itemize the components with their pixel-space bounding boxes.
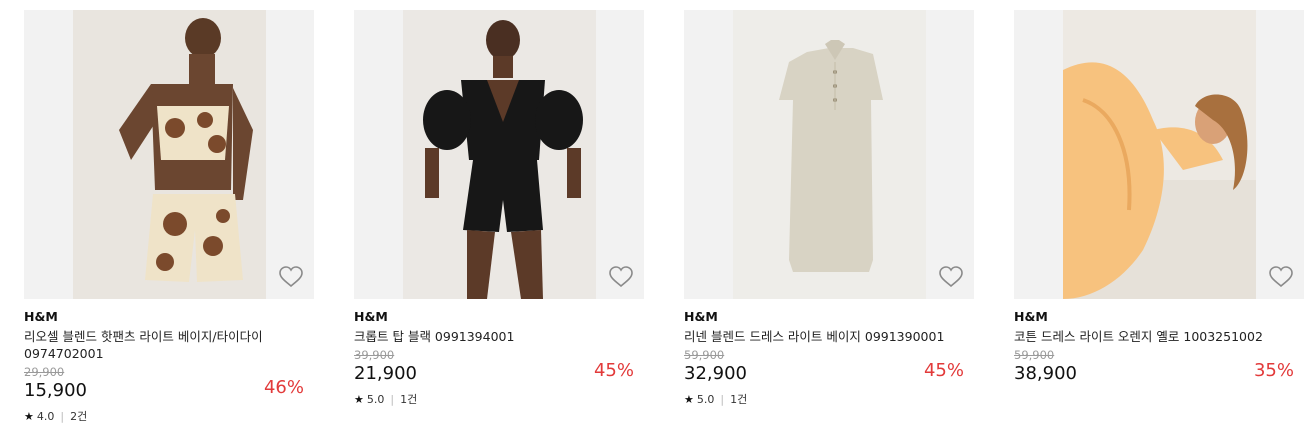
rating-value: 5.0 xyxy=(366,393,385,406)
product-image-area[interactable] xyxy=(354,10,644,299)
rating-divider: | xyxy=(720,393,725,406)
rating-row: ★ 5.0 | 1건 xyxy=(684,392,974,407)
product-photo[interactable] xyxy=(403,10,596,299)
price-block: 29,900 15,900 46% xyxy=(24,365,314,405)
product-brand: H&M xyxy=(24,309,58,324)
price-block: 59,900 38,900 35% xyxy=(1014,348,1304,388)
rating-value: 4.0 xyxy=(36,410,55,423)
discount-rate: 46% xyxy=(263,377,304,398)
rating-divider: | xyxy=(390,393,395,406)
discount-rate: 45% xyxy=(593,360,634,381)
product-grid: H&M 리오셀 블렌드 핫팬츠 라이트 베이지/타이다이 0974702001 … xyxy=(0,0,1312,446)
product-image-area[interactable] xyxy=(684,10,974,299)
wishlist-heart-icon[interactable] xyxy=(608,265,634,289)
discount-rate: 35% xyxy=(1253,360,1294,381)
rating-row: ★ 5.0 | 1건 xyxy=(354,392,644,407)
product-card[interactable]: H&M 리넨 블렌드 드레스 라이트 베이지 0991390001 59,900… xyxy=(684,10,974,407)
wishlist-heart-icon[interactable] xyxy=(938,265,964,289)
product-title[interactable]: 리오셀 블렌드 핫팬츠 라이트 베이지/타이다이 0974702001 xyxy=(24,328,304,362)
rating-row: ★ 4.0 | 2건 xyxy=(24,409,314,424)
product-photo[interactable] xyxy=(733,10,926,299)
product-card[interactable]: H&M 코튼 드레스 라이트 오렌지 옐로 1003251002 59,900 … xyxy=(1014,10,1304,388)
product-photo[interactable] xyxy=(1063,10,1256,299)
star-icon: ★ xyxy=(24,410,34,423)
rating-divider: | xyxy=(60,410,65,423)
wishlist-heart-icon[interactable] xyxy=(278,265,304,289)
review-count[interactable]: 1건 xyxy=(730,392,747,407)
review-count[interactable]: 2건 xyxy=(70,409,87,424)
price-block: 39,900 21,900 45% xyxy=(354,348,644,388)
product-title[interactable]: 코튼 드레스 라이트 오렌지 옐로 1003251002 xyxy=(1014,328,1294,345)
product-image-area[interactable] xyxy=(1014,10,1304,299)
product-title[interactable]: 크롭트 탑 블랙 0991394001 xyxy=(354,328,634,345)
product-card[interactable]: H&M 크롭트 탑 블랙 0991394001 39,900 21,900 45… xyxy=(354,10,644,407)
product-brand: H&M xyxy=(684,309,718,324)
star-icon: ★ xyxy=(354,393,364,406)
product-card[interactable]: H&M 리오셀 블렌드 핫팬츠 라이트 베이지/타이다이 0974702001 … xyxy=(24,10,314,424)
price-block: 59,900 32,900 45% xyxy=(684,348,974,388)
product-brand: H&M xyxy=(354,309,388,324)
product-brand: H&M xyxy=(1014,309,1048,324)
discount-rate: 45% xyxy=(923,360,964,381)
star-icon: ★ xyxy=(684,393,694,406)
product-image-area[interactable] xyxy=(24,10,314,299)
wishlist-heart-icon[interactable] xyxy=(1268,265,1294,289)
rating-value: 5.0 xyxy=(696,393,715,406)
product-title[interactable]: 리넨 블렌드 드레스 라이트 베이지 0991390001 xyxy=(684,328,964,345)
product-photo[interactable] xyxy=(73,10,266,299)
review-count[interactable]: 1건 xyxy=(400,392,417,407)
